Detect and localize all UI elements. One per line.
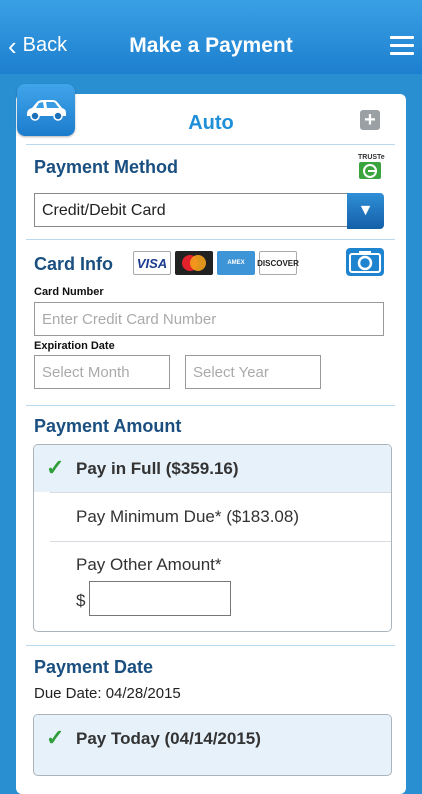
- amex-logo: AMEX: [217, 251, 255, 275]
- card-number-label: Card Number: [34, 286, 104, 298]
- option-pay-in-full[interactable]: ✓ Pay in Full ($359.16): [34, 445, 391, 492]
- payment-date-options: ✓ Pay Today (04/14/2015): [33, 714, 392, 776]
- divider: [26, 144, 395, 145]
- option-pay-other[interactable]: Pay Other Amount* $: [34, 542, 391, 630]
- checkmark-icon: ✓: [46, 725, 65, 750]
- page-title: Make a Payment: [129, 34, 293, 57]
- option-label: Pay Other Amount*: [76, 555, 222, 574]
- expiration-year-select[interactable]: Select Year: [185, 355, 321, 389]
- option-label: Pay Minimum Due* ($183.08): [76, 507, 299, 526]
- divider: [26, 405, 395, 406]
- account-label: Auto: [188, 112, 234, 134]
- option-label: Pay Today (04/14/2015): [76, 729, 261, 748]
- currency-symbol: $: [76, 591, 86, 610]
- visa-logo: VISA: [133, 251, 171, 275]
- option-pay-today[interactable]: ✓ Pay Today (04/14/2015): [34, 715, 391, 763]
- payment-amount-options: ✓ Pay in Full ($359.16) Pay Minimum Due*…: [33, 444, 392, 632]
- dropdown-arrow-icon[interactable]: ▼: [347, 193, 384, 229]
- camera-icon[interactable]: [346, 248, 384, 276]
- option-pay-minimum[interactable]: Pay Minimum Due* ($183.08): [34, 493, 391, 541]
- due-date-text: Due Date: 04/28/2015: [34, 685, 181, 702]
- option-label: Pay in Full ($359.16): [76, 459, 239, 478]
- mastercard-logo: [175, 251, 213, 275]
- plus-icon[interactable]: +: [360, 110, 380, 130]
- divider: [26, 239, 395, 240]
- expiration-month-select[interactable]: Select Month: [34, 355, 170, 389]
- payment-method-heading: Payment Method: [34, 157, 179, 177]
- payment-method-select[interactable]: Credit/Debit Card ▼: [34, 193, 384, 229]
- checkmark-icon: ✓: [46, 455, 65, 480]
- hamburger-menu-icon[interactable]: [390, 36, 414, 56]
- payment-date-heading: Payment Date: [34, 657, 154, 677]
- divider: [26, 645, 395, 646]
- nav-bar: ‹ Back Make a Payment: [0, 0, 422, 74]
- discover-logo: DISCOVER: [257, 251, 299, 275]
- expiration-date-label: Expiration Date: [34, 340, 115, 352]
- payment-amount-heading: Payment Amount: [34, 416, 182, 436]
- card-brand-logos: VISA AMEX DISCOVER: [133, 251, 299, 275]
- payment-method-value: Credit/Debit Card: [34, 193, 347, 227]
- card-number-input[interactable]: Enter Credit Card Number: [34, 302, 384, 336]
- truste-label: TRUSTe: [358, 154, 385, 161]
- card-info-heading: Card Info: [34, 254, 113, 274]
- truste-badge: TRUSTe: [358, 154, 385, 182]
- other-amount-input[interactable]: [89, 581, 231, 616]
